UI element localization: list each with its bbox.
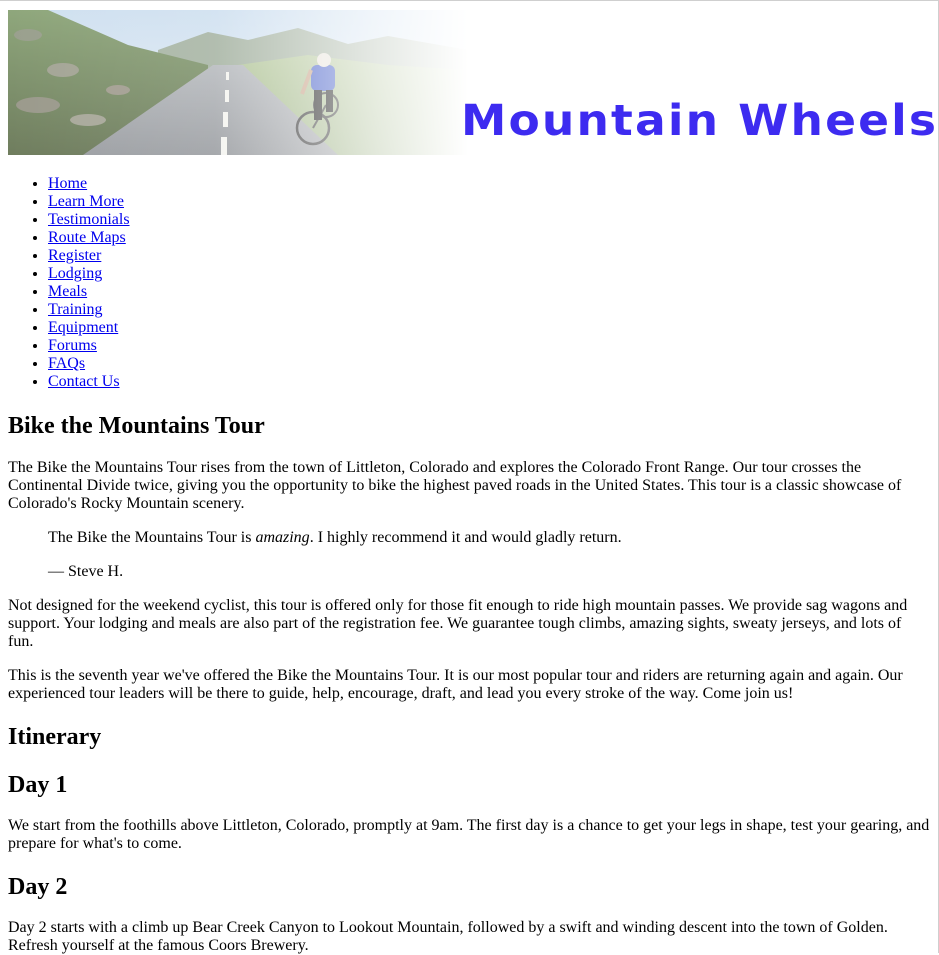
quote-text-start: The Bike the Mountains Tour is (48, 529, 256, 546)
nav-item-route-maps: Route Maps (48, 229, 930, 247)
testimonial-quote: The Bike the Mountains Tour is amazing. … (48, 529, 890, 581)
nav-link-meals[interactable]: Meals (48, 283, 87, 300)
nav-link-training[interactable]: Training (48, 301, 103, 318)
nav-link-faqs[interactable]: FAQs (48, 355, 85, 372)
main-content: Bike the Mountains Tour The Bike the Mou… (8, 412, 930, 955)
nav-link-learn-more[interactable]: Learn More (48, 193, 124, 210)
nav-item-learn-more: Learn More (48, 193, 930, 211)
page: Mountain Wheels Home Learn More Testimon… (0, 10, 938, 955)
nav-item-faqs: FAQs (48, 355, 930, 373)
day-2-text: Day 2 starts with a climb up Bear Creek … (8, 919, 888, 954)
quote-emphasis: amazing (255, 529, 310, 546)
itinerary-heading: Itinerary (8, 724, 102, 750)
main-nav: Home Learn More Testimonials Route Maps … (8, 175, 930, 391)
nav-item-training: Training (48, 301, 930, 319)
nav-item-contact-us: Contact Us (48, 373, 930, 391)
intro-paragraph: The Bike the Mountains Tour rises from t… (8, 459, 902, 512)
nav-item-equipment: Equipment (48, 319, 930, 337)
nav-link-register[interactable]: Register (48, 247, 101, 264)
quote-text: The Bike the Mountains Tour is amazing. … (48, 529, 890, 547)
nav-link-forums[interactable]: Forums (48, 337, 97, 354)
nav-link-route-maps[interactable]: Route Maps (48, 229, 126, 246)
nav-link-home[interactable]: Home (48, 175, 87, 192)
site-logo-text: Mountain Wheels (461, 96, 939, 146)
nav-link-contact-us[interactable]: Contact Us (48, 373, 120, 390)
day-1-text: We start from the foothills above Little… (8, 817, 930, 852)
day-1-heading: Day 1 (8, 772, 68, 798)
fitness-paragraph: Not designed for the weekend cyclist, th… (8, 597, 908, 650)
nav-item-home: Home (48, 175, 930, 193)
nav-link-testimonials[interactable]: Testimonials (48, 211, 130, 228)
nav-item-register: Register (48, 247, 930, 265)
day-2-heading: Day 2 (8, 874, 68, 900)
site-header: Mountain Wheels (8, 10, 936, 155)
quote-attribution: — Steve H. (48, 563, 124, 580)
history-paragraph: This is the seventh year we've offered t… (8, 667, 903, 702)
page-title: Bike the Mountains Tour (8, 413, 265, 439)
nav-link-equipment[interactable]: Equipment (48, 319, 118, 336)
cyclist-mountain-road-image (8, 10, 468, 155)
nav-item-meals: Meals (48, 283, 930, 301)
nav-item-forums: Forums (48, 337, 930, 355)
nav-item-testimonials: Testimonials (48, 211, 930, 229)
nav-item-lodging: Lodging (48, 265, 930, 283)
quote-text-end: . I highly recommend it and would gladly… (309, 529, 622, 546)
nav-link-lodging[interactable]: Lodging (48, 265, 102, 282)
